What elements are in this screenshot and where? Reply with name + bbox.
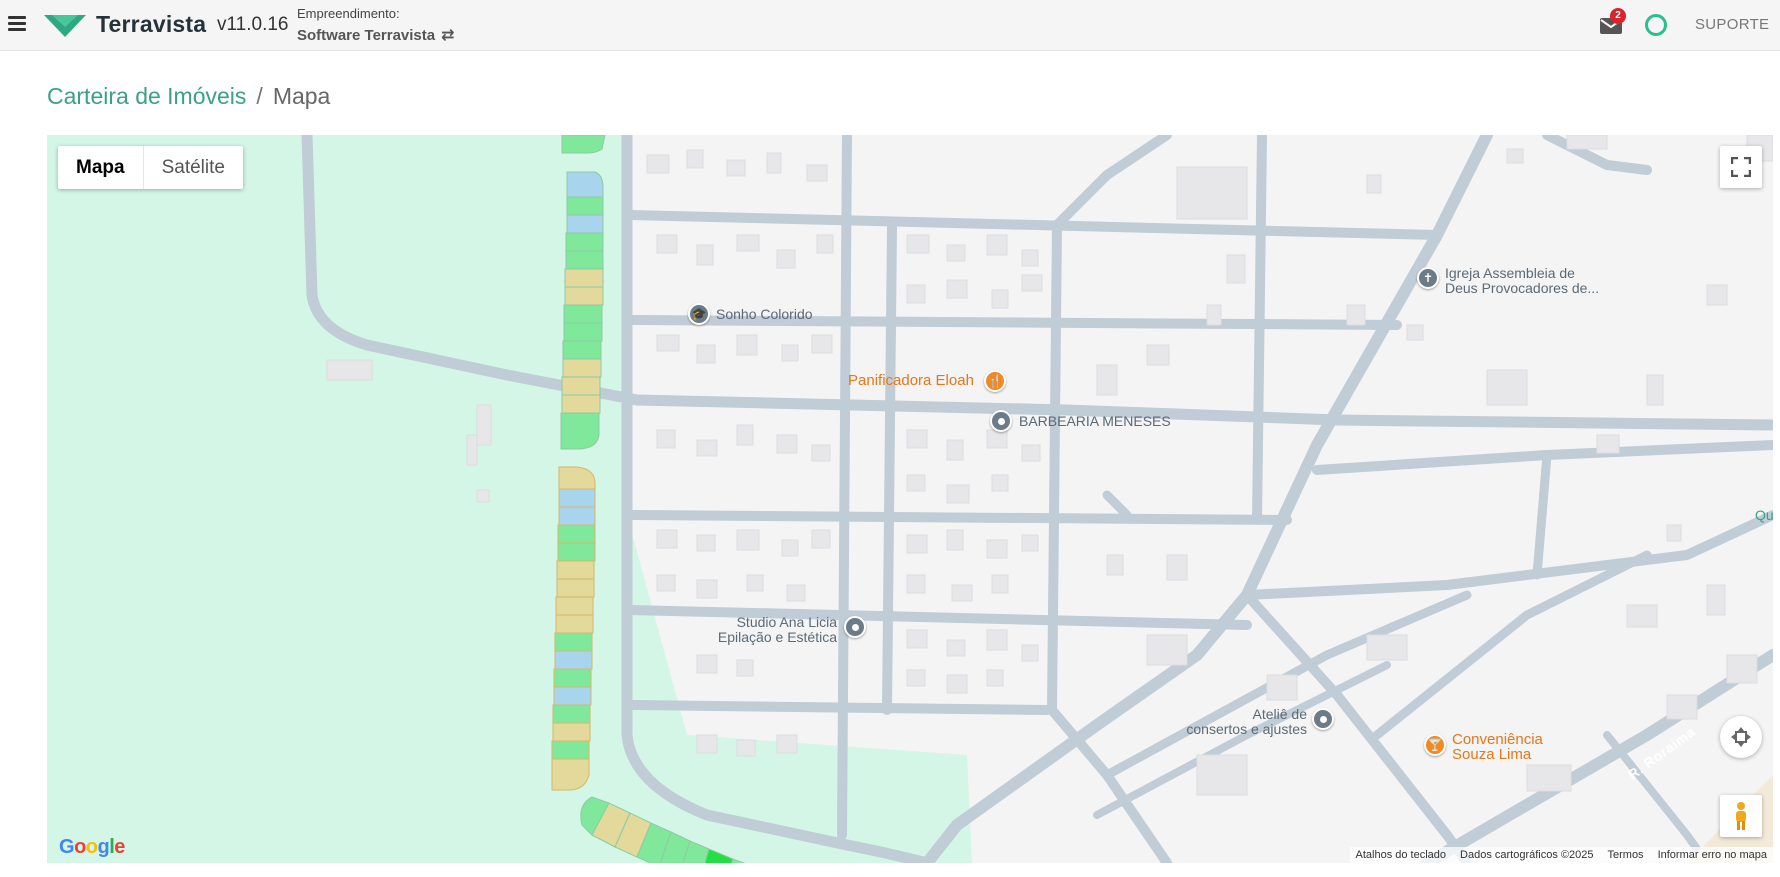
switch-icon[interactable]: ⇄	[441, 25, 454, 45]
breadcrumb-separator: /	[256, 83, 263, 109]
poi-studio-line1: Studio Ana Licia	[736, 614, 837, 630]
top-bar: Terravista v11.0.16 Empreendimento: Soft…	[0, 0, 1780, 51]
atelie-pin-icon[interactable]	[1312, 708, 1334, 730]
poi-atelie-line1: Ateliê de	[1252, 706, 1307, 722]
bar-pin-icon[interactable]: 🍸	[1424, 734, 1446, 756]
google-letter-e: e	[114, 836, 125, 858]
map-type-map-button[interactable]: Mapa	[58, 146, 143, 189]
poi-igreja-line1: Igreja Assembleia de	[1445, 265, 1575, 281]
map-type-satellite-button[interactable]: Satélite	[142, 146, 243, 189]
brand-name: Terravista	[96, 11, 207, 37]
move-arrows-icon	[1731, 727, 1751, 747]
breadcrumb-current: Mapa	[272, 83, 331, 109]
keyboard-shortcuts-link[interactable]: Atalhos do teclado	[1356, 847, 1447, 863]
empreendimento-label: Empreendimento:	[297, 6, 400, 21]
poi-atelie[interactable]: Ateliê de consertos e ajustes	[1167, 707, 1307, 737]
support-link[interactable]: SUPORTE	[1695, 16, 1769, 33]
poi-panificadora-eloah[interactable]: Panificadora Eloah	[848, 373, 974, 388]
breadcrumb: Carteira de Imóveis / Mapa	[47, 83, 330, 110]
status-ring-icon[interactable]	[1645, 14, 1667, 36]
empreendimento-name: Software Terravista	[297, 26, 436, 44]
poi-conveniencia[interactable]: Conveniência Souza Lima	[1452, 732, 1543, 762]
fullscreen-button[interactable]	[1720, 146, 1762, 188]
hamburger-menu-icon[interactable]	[8, 13, 26, 37]
poi-barbearia-meneses[interactable]: BARBEARIA MENESES	[1019, 414, 1171, 429]
map-canvas[interactable]: Mapa Satélite 🎓 Sonho Colorido Panificad…	[47, 135, 1773, 863]
report-error-link[interactable]: Informar erro no mapa	[1658, 847, 1767, 863]
pegman-icon	[1736, 802, 1746, 830]
google-letter-o1: o	[74, 836, 86, 858]
poi-igreja-line2: Deus Provocadores de...	[1445, 280, 1600, 296]
poi-igreja-assembleia[interactable]: Igreja Assembleia de Deus Provocadores d…	[1445, 266, 1599, 296]
edge-cut-label: Qu	[1755, 507, 1773, 523]
breadcrumb-carteira-link[interactable]: Carteira de Imóveis	[47, 83, 246, 110]
empreendimento-selector[interactable]: Software Terravista ⇄	[297, 25, 455, 45]
map-data-label: Dados cartográficos ©2025	[1460, 849, 1594, 861]
lot-strip-1	[560, 135, 606, 450]
church-pin-icon[interactable]: ✝	[1417, 267, 1439, 289]
fullscreen-icon	[1731, 157, 1751, 177]
poi-atelie-line2: consertos e ajustes	[1186, 721, 1307, 737]
studio-pin-icon[interactable]	[844, 616, 866, 638]
school-pin-icon[interactable]: 🎓	[688, 303, 710, 325]
map-attribution: Atalhos do teclado Dados cartográficos ©…	[1349, 847, 1773, 863]
google-logo[interactable]: Google	[59, 836, 125, 859]
barber-pin-icon[interactable]	[990, 410, 1012, 432]
camera-control-button[interactable]	[1720, 716, 1762, 758]
google-letter-g2: g	[97, 836, 110, 858]
terms-link[interactable]: Termos	[1608, 847, 1644, 863]
app-version: v11.0.16	[217, 14, 289, 35]
mail-count-badge: 2	[1610, 8, 1626, 24]
street-view-pegman-button[interactable]	[1720, 795, 1762, 837]
google-letter-o2: o	[85, 836, 98, 858]
restaurant-pin-icon[interactable]: 🍴	[984, 370, 1006, 392]
google-letter-g: G	[59, 836, 75, 858]
poi-studio-line2: Epilação e Estética	[717, 629, 837, 645]
map-type-control: Mapa Satélite	[58, 146, 243, 189]
poi-studio-ana-licia[interactable]: Studio Ana Licia Epilação e Estética	[707, 615, 837, 645]
poi-conv-line1: Conveniência	[1452, 731, 1543, 748]
terravista-logo-icon	[44, 15, 86, 37]
poi-sonho-colorido[interactable]: Sonho Colorido	[716, 307, 813, 322]
poi-conv-line2: Souza Lima	[1452, 746, 1532, 763]
